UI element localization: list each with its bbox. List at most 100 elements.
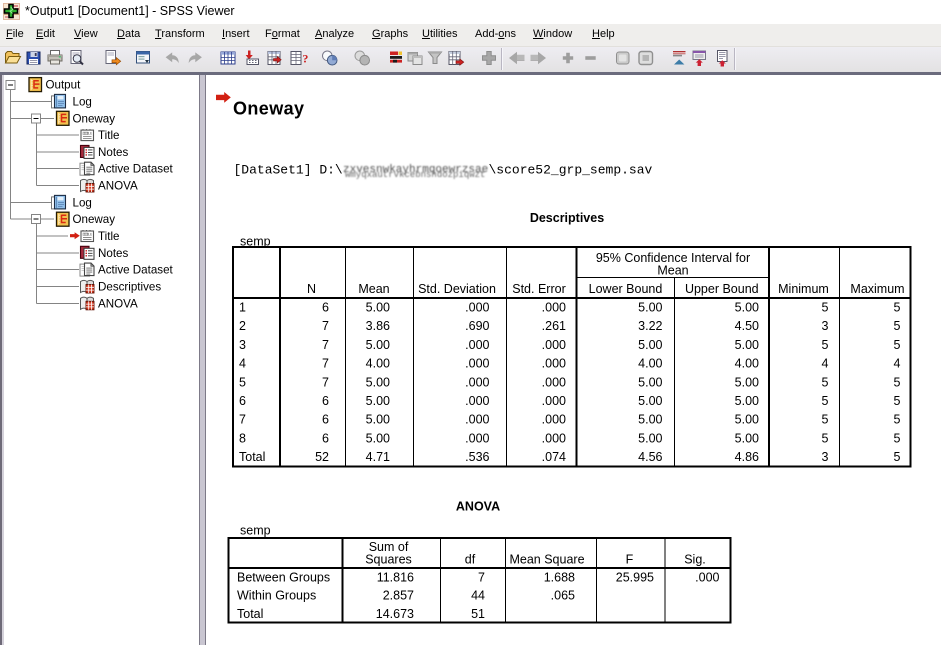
svg-text:5.00: 5.00 <box>638 338 662 352</box>
svg-text:.000: .000 <box>465 413 489 427</box>
svg-text:.000: .000 <box>542 413 566 427</box>
svg-text:5.00: 5.00 <box>735 375 759 389</box>
svg-text:Log: Log <box>73 95 92 108</box>
svg-text:.000: .000 <box>542 357 566 371</box>
svg-text:5.00: 5.00 <box>638 394 662 408</box>
svg-text:5.00: 5.00 <box>366 431 390 445</box>
svg-text:1.688: 1.688 <box>544 571 575 585</box>
svg-text:Minimum: Minimum <box>778 282 829 296</box>
svg-text:4.50: 4.50 <box>735 319 759 333</box>
svg-text:Total: Total <box>239 450 265 464</box>
svg-text:Notes: Notes <box>98 146 128 159</box>
svg-text:6: 6 <box>322 394 329 408</box>
svg-text:3.22: 3.22 <box>638 319 662 333</box>
svg-text:1: 1 <box>239 301 246 315</box>
svg-text:5: 5 <box>822 338 829 352</box>
svg-text:.074: .074 <box>542 450 566 464</box>
svg-text:df: df <box>465 553 476 567</box>
svg-text:4: 4 <box>894 357 901 371</box>
svg-text:Within Groups: Within Groups <box>237 589 316 603</box>
svg-text:Output: Output <box>46 79 82 92</box>
svg-text:Notes: Notes <box>98 247 128 260</box>
svg-text:.536: .536 <box>465 450 489 464</box>
svg-text:Total: Total <box>237 607 263 621</box>
svg-text:.000: .000 <box>465 301 489 315</box>
svg-text:.000: .000 <box>695 571 719 585</box>
svg-text:4: 4 <box>822 357 829 371</box>
svg-text:Sig.: Sig. <box>684 553 706 567</box>
svg-text:4: 4 <box>239 357 246 371</box>
svg-text:.000: .000 <box>465 431 489 445</box>
svg-text:Mean Square: Mean Square <box>509 553 584 567</box>
svg-text:5.00: 5.00 <box>735 413 759 427</box>
svg-text:Upper Bound: Upper Bound <box>685 282 759 296</box>
svg-text:5: 5 <box>822 413 829 427</box>
svg-text:Mean: Mean <box>657 264 688 278</box>
svg-text:5.00: 5.00 <box>638 301 662 315</box>
svg-text:Maximum: Maximum <box>850 282 904 296</box>
svg-text:.261: .261 <box>542 319 566 333</box>
svg-text:.000: .000 <box>465 394 489 408</box>
svg-text:3: 3 <box>822 450 829 464</box>
svg-text:ANOVA: ANOVA <box>98 297 138 310</box>
svg-text:semp: semp <box>240 524 271 538</box>
svg-text:.690: .690 <box>465 319 489 333</box>
svg-text:11.816: 11.816 <box>377 571 414 585</box>
svg-text:.065: .065 <box>551 589 575 603</box>
svg-text:6: 6 <box>239 394 246 408</box>
svg-text:5.00: 5.00 <box>735 394 759 408</box>
svg-text:Active Dataset: Active Dataset <box>98 264 174 277</box>
svg-text:wmyqxautrvkcebnshdozpiqwzt: wmyqxautrvkcebnshdozpiqwzt <box>345 170 485 180</box>
svg-text:4.71: 4.71 <box>366 450 390 464</box>
svg-text:Squares: Squares <box>365 553 412 567</box>
svg-text:Descriptives: Descriptives <box>98 281 161 294</box>
svg-text:5.00: 5.00 <box>366 301 390 315</box>
svg-text:4.56: 4.56 <box>638 450 662 464</box>
svg-text:3: 3 <box>822 319 829 333</box>
svg-text:2: 2 <box>239 319 246 333</box>
svg-text:5: 5 <box>894 431 901 445</box>
svg-text:5.00: 5.00 <box>366 338 390 352</box>
svg-text:5: 5 <box>822 431 829 445</box>
svg-text:F: F <box>626 553 634 567</box>
svg-text:7: 7 <box>322 375 329 389</box>
svg-text:5: 5 <box>894 413 901 427</box>
svg-text:44: 44 <box>471 589 485 603</box>
svg-text:.000: .000 <box>465 338 489 352</box>
svg-text:5.00: 5.00 <box>366 375 390 389</box>
svg-text:7: 7 <box>322 338 329 352</box>
svg-text:Mean: Mean <box>358 282 389 296</box>
svg-text:5: 5 <box>822 301 829 315</box>
svg-text:4.00: 4.00 <box>735 357 759 371</box>
svg-text:51: 51 <box>471 607 485 621</box>
svg-text:7: 7 <box>239 413 246 427</box>
svg-text:5.00: 5.00 <box>366 394 390 408</box>
svg-text:5: 5 <box>894 319 901 333</box>
svg-text:Std. Error: Std. Error <box>512 282 566 296</box>
svg-text:52: 52 <box>315 450 329 464</box>
svg-text:5: 5 <box>822 394 829 408</box>
svg-text:5.00: 5.00 <box>638 431 662 445</box>
svg-text:5.00: 5.00 <box>735 431 759 445</box>
svg-text:Lower Bound: Lower Bound <box>589 282 663 296</box>
svg-text:5.00: 5.00 <box>366 413 390 427</box>
svg-text:5: 5 <box>894 394 901 408</box>
svg-text:Log: Log <box>73 196 92 209</box>
svg-text:6: 6 <box>322 413 329 427</box>
svg-text:5: 5 <box>894 375 901 389</box>
svg-text:.000: .000 <box>542 375 566 389</box>
svg-text:14.673: 14.673 <box>376 607 414 621</box>
svg-text:7: 7 <box>478 571 485 585</box>
svg-text:5.00: 5.00 <box>638 375 662 389</box>
svg-text:4.00: 4.00 <box>366 357 390 371</box>
svg-text:25.995: 25.995 <box>616 571 654 585</box>
svg-text:Title: Title <box>98 230 119 243</box>
svg-text:.000: .000 <box>542 338 566 352</box>
svg-text:5.00: 5.00 <box>735 338 759 352</box>
svg-text:5: 5 <box>239 375 246 389</box>
svg-text:Active Dataset: Active Dataset <box>98 163 174 176</box>
svg-text:.000: .000 <box>465 357 489 371</box>
svg-text:.000: .000 <box>465 375 489 389</box>
svg-text:4.00: 4.00 <box>638 357 662 371</box>
svg-text:Title: Title <box>98 129 119 142</box>
